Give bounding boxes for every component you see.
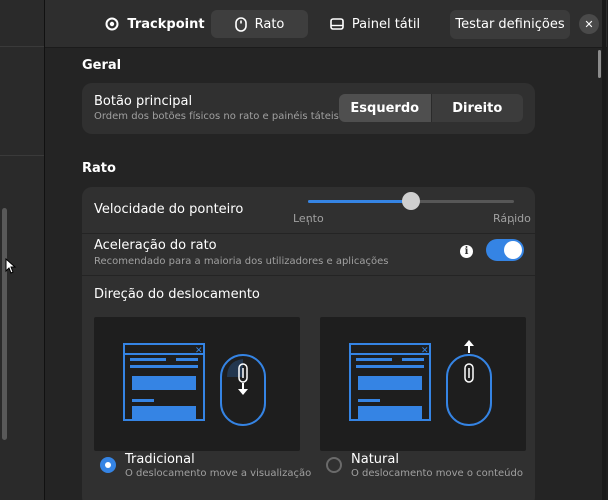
- close-button[interactable]: ✕: [579, 14, 599, 34]
- tab-mouse[interactable]: Rato: [211, 10, 308, 38]
- settings-content: Geral Botão principal Ordem dos botões f…: [45, 48, 607, 500]
- mouse-settings-dialog: Trackpoint Rato Painel tátil Testar defi…: [44, 0, 607, 500]
- traditional-description: O deslocamento move a visualização: [125, 468, 312, 479]
- tab-trackpoint[interactable]: Trackpoint: [105, 10, 205, 38]
- primary-right-button[interactable]: Direito: [430, 94, 523, 122]
- acceleration-row: Aceleração do rato Recomendado para a ma…: [82, 233, 535, 275]
- svg-text:✕: ✕: [421, 346, 429, 356]
- mouse-cursor-icon: [5, 258, 17, 274]
- primary-left-button[interactable]: Esquerdo: [339, 94, 431, 122]
- traditional-illustration[interactable]: ✕: [94, 317, 300, 451]
- tab-touchpad-label: Painel tátil: [351, 16, 421, 32]
- section-title-mouse: Rato: [82, 161, 116, 176]
- speed-max-label: Rápido: [493, 212, 531, 225]
- card-mouse: Velocidade do ponteiro Lento Rápido Acel…: [82, 187, 535, 500]
- trackpoint-icon: [105, 17, 119, 31]
- card-general: Botão principal Ordem dos botões físicos…: [82, 83, 535, 134]
- pointer-speed-handle[interactable]: [402, 192, 420, 210]
- natural-label: Natural: [351, 452, 399, 467]
- primary-button-label: Botão principal: [94, 94, 193, 109]
- background-divider: [0, 155, 44, 156]
- section-title-general: Geral: [82, 58, 122, 73]
- svg-text:✕: ✕: [195, 346, 203, 356]
- tab-trackpoint-label: Trackpoint: [127, 16, 205, 32]
- switch-knob: [504, 241, 522, 259]
- tab-mouse-label: Rato: [254, 16, 285, 32]
- pointer-speed-fill: [308, 200, 411, 203]
- acceleration-switch[interactable]: [486, 239, 524, 261]
- radio-traditional[interactable]: [100, 457, 116, 473]
- mouse-icon: [234, 16, 247, 32]
- background-divider: [0, 46, 44, 47]
- pointer-speed-slider[interactable]: [308, 192, 514, 225]
- natural-illustration[interactable]: ✕: [320, 317, 526, 451]
- natural-scroll-image: ✕: [349, 340, 492, 426]
- acceleration-description: Recomendado para a maioria dos utilizado…: [94, 256, 389, 267]
- content-scrollbar[interactable]: [598, 50, 601, 78]
- scroll-direction-row: Direção do deslocamento ✕ ✕ Tradicional …: [82, 275, 535, 500]
- traditional-label: Tradicional: [125, 452, 195, 467]
- natural-description: O deslocamento move o conteúdo: [351, 468, 523, 479]
- test-settings-button[interactable]: Testar definições: [450, 10, 570, 39]
- background-window: [0, 0, 44, 500]
- traditional-scroll-image: ✕: [123, 343, 266, 426]
- primary-button-description: Ordem dos botões físicos no rato e painé…: [94, 111, 343, 122]
- pointer-speed-label: Velocidade do ponteiro: [94, 202, 244, 217]
- header-bar: Trackpoint Rato Painel tátil Testar defi…: [45, 0, 607, 48]
- touchpad-icon: [330, 18, 344, 30]
- acceleration-label: Aceleração do rato: [94, 238, 217, 253]
- background-edge: [602, 0, 606, 500]
- close-icon: ✕: [584, 17, 594, 31]
- tab-touchpad[interactable]: Painel tátil: [317, 10, 433, 38]
- radio-natural[interactable]: [326, 457, 342, 473]
- background-scrollbar[interactable]: [2, 208, 7, 440]
- scroll-direction-label: Direção do deslocamento: [94, 287, 260, 302]
- speed-min-label: Lento: [293, 212, 324, 225]
- primary-button-toggle: Esquerdo Direito: [339, 94, 523, 122]
- info-icon[interactable]: i: [460, 245, 473, 258]
